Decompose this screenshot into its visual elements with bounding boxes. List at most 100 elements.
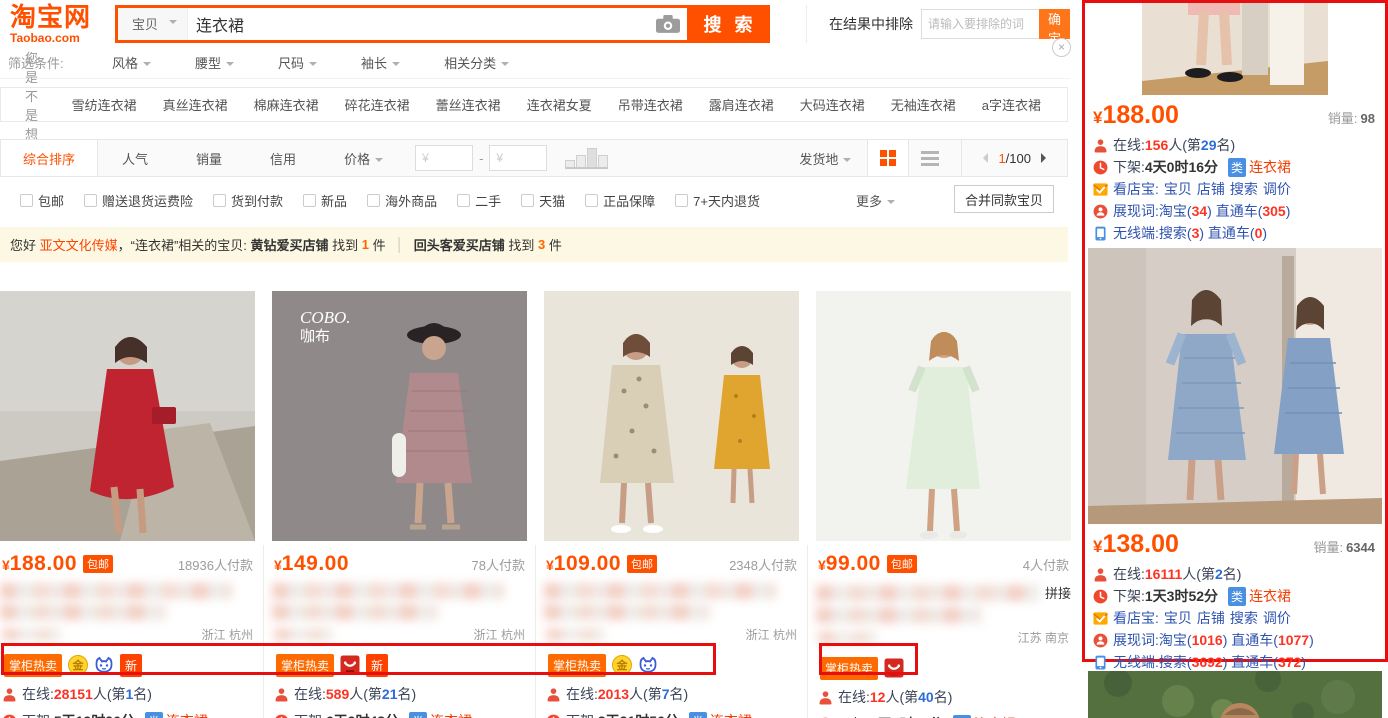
checkbox-tmall[interactable]: 天猫 <box>521 191 565 210</box>
badge-row: 掌柜热卖 新 <box>272 653 527 677</box>
filter-related-category[interactable]: 相关分类 <box>444 53 509 72</box>
suggestion-link[interactable]: 蕾丝连衣裙 <box>436 95 501 114</box>
suggestion-link[interactable]: 吊带连衣裙 <box>618 95 683 114</box>
checkbox[interactable] <box>84 194 97 207</box>
checkbox-new-item[interactable]: 新品 <box>303 191 347 210</box>
suggestion-link[interactable]: 连衣裙女夏 <box>527 95 592 114</box>
sort-credit[interactable]: 信用 <box>246 149 320 168</box>
product-image[interactable] <box>0 291 255 541</box>
sidebar-product-image[interactable] <box>1088 248 1382 524</box>
kdb-shop-link[interactable]: 店铺 <box>1197 179 1225 199</box>
checkbox[interactable] <box>675 194 688 207</box>
product-image[interactable] <box>544 291 799 541</box>
next-page-icon[interactable] <box>1041 153 1051 163</box>
shop-name-link[interactable]: 亚文文化传媒 <box>40 235 118 254</box>
suggestion-link[interactable]: 雪纺连衣裙 <box>72 95 137 114</box>
price-histogram-icon[interactable] <box>565 148 608 169</box>
censored-title-line[interactable] <box>0 604 165 620</box>
sort-price[interactable]: 价格 <box>320 149 407 168</box>
checkbox-return-insurance[interactable]: 赠送退货运费险 <box>84 191 193 210</box>
checkbox[interactable] <box>521 194 534 207</box>
hot-sale-badge: 掌柜热卖 <box>820 657 878 680</box>
category-link[interactable]: 连衣裙 <box>430 711 472 718</box>
suggestion-link[interactable]: a字连衣裙 <box>982 95 1041 114</box>
notice-bar: 您好 亚文文化传媒 ，“连衣裙”相关的宝贝: 黄钻爱买店铺 找到 1 件 │ 回… <box>0 227 1068 262</box>
sort-sales[interactable]: 销量 <box>172 149 246 168</box>
filter-size[interactable]: 尺码 <box>278 53 317 72</box>
censored-title-line[interactable] <box>544 583 776 599</box>
grid-view-button[interactable] <box>867 140 909 176</box>
checkbox-7day-return[interactable]: 7+天内退货 <box>675 191 760 210</box>
ship-from-dropdown[interactable]: 发货地 <box>799 149 851 168</box>
checkbox[interactable] <box>585 194 598 207</box>
censored-title-line[interactable] <box>272 583 504 599</box>
prev-page-icon[interactable] <box>978 153 988 163</box>
pay-count: 78人付款 <box>472 555 525 574</box>
censored-shop-name <box>818 632 876 643</box>
category-link[interactable]: 连衣裙 <box>166 711 208 718</box>
hot-sale-badge: 掌柜热卖 <box>548 654 606 677</box>
price-max-input[interactable] <box>489 145 547 171</box>
kdb-search-link[interactable]: 搜索 <box>1230 179 1258 199</box>
camera-icon[interactable] <box>655 14 681 34</box>
suggestion-link[interactable]: 露肩连衣裙 <box>709 95 774 114</box>
taobao-bag-icon <box>340 655 360 675</box>
checkbox[interactable] <box>367 194 380 207</box>
filter-waist[interactable]: 腰型 <box>195 53 234 72</box>
censored-title-line[interactable] <box>816 607 981 623</box>
checkbox-authentic[interactable]: 正品保障 <box>585 191 655 210</box>
checkbox[interactable] <box>20 194 33 207</box>
search-input[interactable] <box>188 8 655 40</box>
censored-title-line[interactable] <box>0 583 232 599</box>
chevron-down-icon <box>501 62 509 70</box>
checkbox-secondhand[interactable]: 二手 <box>457 191 501 210</box>
list-view-button[interactable] <box>909 151 951 166</box>
sort-popularity[interactable]: 人气 <box>98 149 172 168</box>
kdb-item-link[interactable]: 宝贝 <box>1164 179 1192 199</box>
suggestion-link[interactable]: 棉麻连衣裙 <box>254 95 319 114</box>
filter-style[interactable]: 风格 <box>112 53 151 72</box>
suggestion-link[interactable]: 真丝连衣裙 <box>163 95 228 114</box>
censored-title-line[interactable]: 拼接 <box>816 583 1071 602</box>
censored-title-line[interactable] <box>544 604 709 620</box>
censored-shop-name <box>546 629 604 640</box>
sort-composite[interactable]: 综合排序 <box>1 140 98 176</box>
suggestion-link[interactable]: 大码连衣裙 <box>800 95 865 114</box>
kdb-item-link[interactable]: 宝贝 <box>1164 608 1192 628</box>
category-link[interactable]: 连衣裙 <box>974 714 1016 718</box>
kdb-shop-link[interactable]: 店铺 <box>1197 608 1225 628</box>
search-category-dropdown[interactable]: 宝贝 <box>118 8 188 40</box>
kdb-price-link[interactable]: 调价 <box>1263 608 1291 628</box>
more-dropdown[interactable]: 更多 <box>856 191 895 210</box>
product-image[interactable] <box>272 291 527 541</box>
filter-sleeve[interactable]: 袖长 <box>361 53 400 72</box>
category-link[interactable]: 连衣裙 <box>710 711 752 718</box>
close-icon[interactable]: × <box>1052 38 1071 57</box>
kdb-price-link[interactable]: 调价 <box>1263 179 1291 199</box>
checkbox-free-shipping[interactable]: 包邮 <box>20 191 64 210</box>
product-image[interactable] <box>816 291 1071 541</box>
taobao-logo[interactable]: 淘宝网 Taobao.com <box>0 4 105 44</box>
notice-count2: 3 <box>538 237 545 252</box>
category-link[interactable]: 连衣裙 <box>1249 586 1291 606</box>
checkbox[interactable] <box>303 194 316 207</box>
checkbox-overseas[interactable]: 海外商品 <box>367 191 437 210</box>
search-button[interactable]: 搜 索 <box>690 5 770 43</box>
checkbox-cod[interactable]: 货到付款 <box>213 191 283 210</box>
suggestion-link[interactable]: 无袖连衣裙 <box>891 95 956 114</box>
checkbox[interactable] <box>457 194 470 207</box>
price: 188.00 <box>10 552 77 576</box>
confirm-button[interactable]: 确定 <box>1039 9 1070 39</box>
exclude-input[interactable] <box>921 9 1039 39</box>
gold-coin-icon: 金 <box>612 655 632 675</box>
sidebar-product-image[interactable] <box>1142 3 1328 95</box>
next-product-image-partial[interactable] <box>1085 671 1385 718</box>
kdb-search-link[interactable]: 搜索 <box>1230 608 1258 628</box>
checkbox[interactable] <box>213 194 226 207</box>
person-icon <box>274 687 289 702</box>
censored-title-line[interactable] <box>272 604 437 620</box>
category-link[interactable]: 连衣裙 <box>1249 157 1291 177</box>
suggestion-link[interactable]: 碎花连衣裙 <box>345 95 410 114</box>
price-min-input[interactable] <box>415 145 473 171</box>
merge-same-items-button[interactable]: 合并同款宝贝 <box>954 185 1054 213</box>
